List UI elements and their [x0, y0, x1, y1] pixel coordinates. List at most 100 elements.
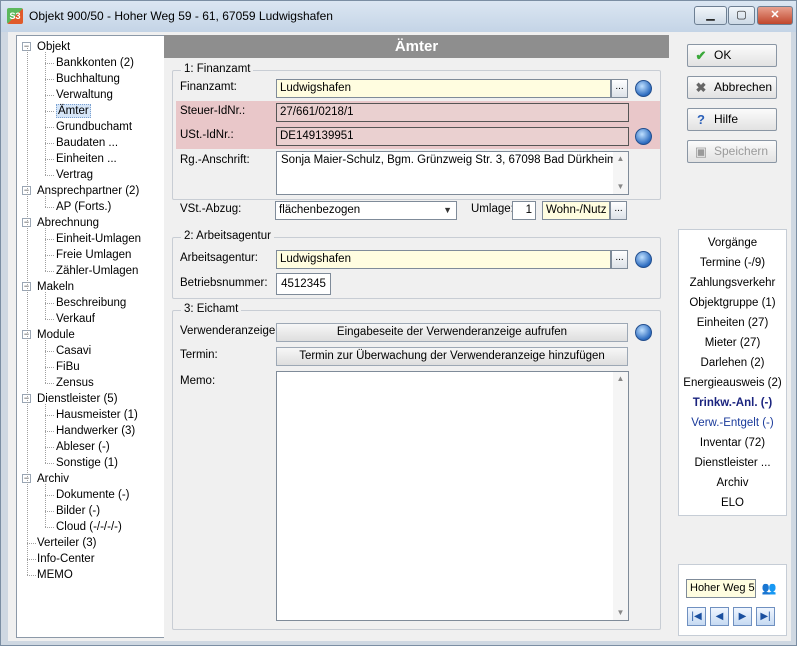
tree-connector [45, 495, 54, 496]
steuer-idnr-field[interactable]: 27/661/0218/1 [276, 103, 629, 122]
title-bar[interactable]: S3 Objekt 900/50 - Hoher Weg 59 - 61, 67… [1, 1, 796, 32]
umlage-field[interactable]: 1 [512, 201, 536, 220]
abbrechen-button[interactable]: ✖ Abbrechen [687, 76, 777, 99]
client-area: Objekt − Bankkonten (2) Buchhaltung Verwaltu… [8, 32, 791, 641]
related-link[interactable]: ELO [679, 495, 786, 511]
tree-connector [45, 319, 54, 320]
finanzamt-browse-button[interactable]: ... [611, 79, 628, 98]
tree-item[interactable]: Zähler-Umlagen [56, 263, 138, 279]
memo-scrollbar[interactable]: ▲ ▼ [613, 372, 628, 620]
tree-item-label: MEMO [37, 569, 73, 581]
rg-scrollbar[interactable]: ▲ ▼ [613, 152, 628, 194]
last-record-button[interactable]: ▶| [756, 607, 775, 626]
tree-item[interactable]: Einheiten ... [56, 151, 117, 167]
tree-item[interactable]: Beschreibung [56, 295, 126, 311]
tree-item[interactable]: Cloud (-/-/-/-) [56, 519, 122, 535]
tree-item[interactable]: Ämter [56, 103, 91, 119]
related-link[interactable]: Energieausweis (2) [679, 375, 786, 391]
tree-item[interactable]: Handwerker (3) [56, 423, 135, 439]
tree-item[interactable]: Hausmeister (1) [56, 407, 138, 423]
tree-item[interactable]: Sonstige (1) [56, 455, 118, 471]
tree-item[interactable]: Module [37, 327, 75, 343]
tree-item-label: AP (Forts.) [56, 201, 112, 213]
related-link[interactable]: Verw.-Entgelt (-) [679, 415, 786, 431]
ok-button[interactable]: ✔ OK [687, 44, 777, 67]
tree-connector [45, 303, 54, 304]
vst-abzug-select[interactable]: flächenbezogen ▼ [275, 201, 457, 220]
umlage-browse-button[interactable]: ... [610, 201, 627, 220]
related-link[interactable]: Objektgruppe (1) [679, 295, 786, 311]
arbeitsagentur-field[interactable]: Ludwigshafen [276, 250, 611, 269]
tree-item[interactable]: Einheit-Umlagen [56, 231, 141, 247]
tree-item[interactable]: AP (Forts.) [56, 199, 111, 215]
arbeitsagentur-group: 2: Arbeitsagentur Arbeitsagentur: Ludwig… [172, 230, 661, 299]
related-link[interactable]: Archiv [679, 475, 786, 491]
tree-item[interactable]: Bankkonten (2) [56, 55, 134, 71]
related-link[interactable]: Termine (-/9) [679, 255, 786, 271]
maximize-button[interactable]: ▢ [728, 6, 755, 25]
tree-item[interactable]: Info-Center [37, 551, 95, 567]
tree-item[interactable]: Casavi [56, 343, 91, 359]
tree-item[interactable]: FiBu [56, 359, 80, 375]
verwenderanzeige-button[interactable]: Eingabeseite der Verwenderanzeige aufruf… [276, 323, 628, 342]
minimize-button[interactable]: ▁ [694, 6, 727, 25]
tree-item-label: Baudaten ... [56, 137, 119, 149]
hilfe-button[interactable]: ? Hilfe [687, 108, 777, 131]
related-link[interactable]: Trinkw.-Anl. (-) [679, 395, 786, 411]
tree-item-label: Info-Center [37, 553, 95, 565]
tree-item[interactable]: Verteiler (3) [37, 535, 96, 551]
eichamt-globe-icon[interactable] [635, 324, 652, 341]
close-button[interactable]: ✕ [757, 6, 793, 25]
tree-item[interactable]: Bilder (-) [56, 503, 100, 519]
tree-item[interactable]: Grundbuchamt [56, 119, 132, 135]
tree-item[interactable]: Freie Umlagen [56, 247, 131, 263]
speichern-button[interactable]: ▣ Speichern [687, 140, 777, 163]
tree-item[interactable]: Archiv [37, 471, 69, 487]
umlage-type-field[interactable]: Wohn-/Nutz [542, 201, 610, 220]
tree-item[interactable]: Verwaltung [56, 87, 113, 103]
tree-connector [45, 447, 54, 448]
tree-item[interactable]: MEMO [37, 567, 73, 583]
tree-item[interactable]: Baudaten ... [56, 135, 118, 151]
tree-item-label: Bankkonten (2) [56, 57, 134, 69]
tree-item-label: Zähler-Umlagen [56, 265, 139, 277]
tree-item[interactable]: Objekt [37, 39, 70, 55]
tree-connector [27, 48, 28, 575]
tree-item[interactable]: Verkauf [56, 311, 95, 327]
tree-item[interactable]: Ansprechpartner (2) [37, 183, 139, 199]
first-record-button[interactable]: |◀ [687, 607, 706, 626]
related-link[interactable]: Einheiten (27) [679, 315, 786, 331]
tree-item[interactable]: Dokumente (-) [56, 487, 130, 503]
related-link[interactable]: Mieter (27) [679, 335, 786, 351]
verwenderanzeige-label: Verwenderanzeige: [180, 325, 279, 337]
arbeitsagentur-globe-icon[interactable] [635, 251, 652, 268]
tree-item[interactable]: Zensus [56, 375, 94, 391]
tree-item[interactable]: Ableser (-) [56, 439, 110, 455]
ust-idnr-field[interactable]: DE149139951 [276, 127, 629, 146]
finanzamt-field[interactable]: Ludwigshafen [276, 79, 611, 98]
related-link[interactable]: Vorgänge [679, 235, 786, 251]
tree-item[interactable]: Buchhaltung [56, 71, 120, 87]
previous-record-button[interactable]: ◀ [710, 607, 729, 626]
tree-item[interactable]: Makeln [37, 279, 74, 295]
rg-anschrift-field[interactable]: Sonja Maier-Schulz, Bgm. Grünzweig Str. … [276, 151, 629, 195]
memo-field[interactable]: ▲ ▼ [276, 371, 629, 621]
tree-connector [45, 367, 54, 368]
record-search-field[interactable]: Hoher Weg 5 [686, 579, 756, 598]
speichern-label: Speichern [714, 144, 769, 158]
related-link[interactable]: Inventar (72) [679, 435, 786, 451]
ust-globe-icon[interactable] [635, 128, 652, 145]
arbeitsagentur-browse-button[interactable]: ... [611, 250, 628, 269]
termin-button[interactable]: Termin zur Überwachung der Verwenderanze… [276, 347, 628, 366]
related-link[interactable]: Darlehen (2) [679, 355, 786, 371]
related-link[interactable]: Dienstleister ... [679, 455, 786, 471]
betriebsnummer-field[interactable]: 4512345 [276, 273, 331, 295]
tree-item[interactable]: Abrechnung [37, 215, 99, 231]
finanzamt-globe-icon[interactable] [635, 80, 652, 97]
next-record-button[interactable]: ▶ [733, 607, 752, 626]
navigation-tree[interactable]: Objekt − Bankkonten (2) Buchhaltung Verwaltu… [16, 35, 165, 638]
people-icon[interactable]: 👥 [759, 579, 779, 598]
tree-item[interactable]: Vertrag [56, 167, 93, 183]
related-link[interactable]: Zahlungsverkehr [679, 275, 786, 291]
tree-item[interactable]: Dienstleister (5) [37, 391, 118, 407]
